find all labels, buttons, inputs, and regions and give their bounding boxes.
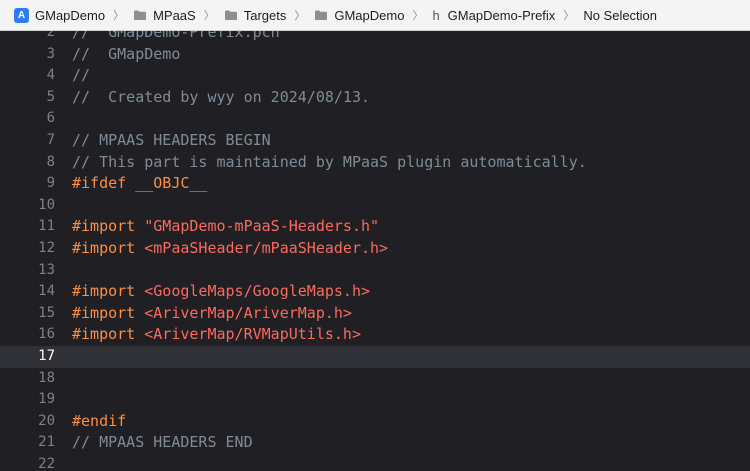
line-number: 21 <box>38 434 55 451</box>
folder-icon <box>314 9 328 21</box>
xcode-app-icon: A <box>14 7 29 23</box>
code-token-comment: // Created by wyy on 2024/08/13. <box>72 87 371 106</box>
line-number: 19 <box>38 391 55 408</box>
breadcrumb-group-gmapdemo[interactable]: GMapDemo <box>314 8 404 23</box>
breadcrumb-file-label: GMapDemo-Prefix <box>447 7 556 23</box>
code-token-comment: // GMapDemo <box>72 44 181 63</box>
line-number: 7 <box>46 132 55 148</box>
code-line[interactable]: 5 // Created by wyy on 2024/08/13. <box>0 87 750 109</box>
line-number: 5 <box>46 88 55 105</box>
code-token-comment: // MPAAS HEADERS BEGIN <box>72 131 271 149</box>
code-token-string: <AriverMap/AriverMap.h> <box>144 303 352 322</box>
line-number: 12 <box>38 240 55 256</box>
code-token-directive: #import <box>72 239 145 257</box>
chevron-right-icon: 〉 <box>203 10 215 22</box>
breadcrumb-project[interactable]: A GMapDemo <box>14 7 106 23</box>
code-token-string: <GoogleMaps/GoogleMaps.h> <box>144 282 371 301</box>
code-line[interactable]: 11 #import "GMapDemo-mPaaS-Headers.h" <box>0 216 750 238</box>
code-editor[interactable]: 2 // GMapDemo-Prefix.pch 3 // GMapDemo 4 // 5 /… <box>0 31 750 471</box>
breadcrumb-group-label: GMapDemo <box>334 7 405 23</box>
code-text: #import "GMapDemo-mPaaS-Headers.h" <box>72 216 379 238</box>
code-line[interactable]: 14 #import <GoogleMaps/GoogleMaps.h> <box>0 281 750 303</box>
breadcrumb-selection[interactable]: No Selection <box>583 8 657 23</box>
folder-icon <box>224 9 238 21</box>
code-line[interactable]: 6 <box>0 108 750 130</box>
breadcrumb-group-label: Targets <box>243 7 287 23</box>
folder-icon <box>133 9 147 21</box>
line-number: 3 <box>46 45 55 62</box>
code-text: #import <AriverMap/RVMapUtils.h> <box>72 324 361 346</box>
code-token-directive: #import <box>72 217 145 236</box>
chevron-right-icon: 〉 <box>113 10 125 22</box>
code-token-directive: #import <box>72 303 145 322</box>
breadcrumb-group-targets[interactable]: Targets <box>224 7 287 23</box>
chevron-right-icon: 〉 <box>563 10 575 22</box>
code-text: #endif <box>72 411 126 433</box>
breadcrumb-file[interactable]: h GMapDemo-Prefix <box>432 8 555 23</box>
code-token-string: "GMapDemo-mPaaS-Headers.h" <box>144 217 380 236</box>
code-token-directive: #endif <box>72 411 127 430</box>
code-line[interactable]: 13 <box>0 260 750 282</box>
code-line[interactable]: 12 #import <mPaaSHeader/mPaaSHeader.h> <box>0 238 750 260</box>
code-line[interactable]: 10 <box>0 195 750 217</box>
code-line[interactable]: 20 #endif <box>0 411 750 433</box>
line-number: 15 <box>38 304 55 321</box>
code-token-directive: #import <box>72 325 145 344</box>
code-line[interactable]: 16 #import <AriverMap/RVMapUtils.h> <box>0 324 750 346</box>
code-line[interactable]: 17 <box>0 346 750 368</box>
code-token-comment: // MPAAS HEADERS END <box>72 433 253 452</box>
code-text: // GMapDemo-Prefix.pch <box>72 31 280 44</box>
code-line[interactable]: 4 // <box>0 65 750 87</box>
breadcrumb-group-label: MPaaS <box>153 7 196 23</box>
code-text: // This part is maintained by MPaaS plug… <box>72 152 587 174</box>
line-number: 8 <box>46 153 55 170</box>
breadcrumb: A GMapDemo 〉 MPaaS 〉 Targets 〉 GMapDemo … <box>0 0 750 31</box>
code-token-comment: // <box>72 66 91 85</box>
breadcrumb-group-mpaas[interactable]: MPaaS <box>133 8 196 23</box>
line-number: 13 <box>38 261 55 278</box>
code-line[interactable]: 7 // MPAAS HEADERS BEGIN <box>0 130 750 152</box>
code-text: // <box>72 65 90 87</box>
code-text: #import <GoogleMaps/GoogleMaps.h> <box>72 281 370 303</box>
line-number: 20 <box>38 412 55 429</box>
code-line[interactable]: 18 <box>0 368 750 390</box>
line-number: 16 <box>38 326 55 343</box>
line-number: 9 <box>46 175 55 192</box>
header-file-icon: h <box>432 7 440 23</box>
code-token-comment: // GMapDemo-Prefix.pch <box>72 31 280 41</box>
chevron-right-icon: 〉 <box>294 10 306 22</box>
code-line[interactable]: 19 <box>0 389 750 411</box>
code-line[interactable]: 22 <box>0 454 750 471</box>
line-number: 11 <box>38 218 55 235</box>
line-number: 14 <box>38 283 55 300</box>
code-token-string: <mPaaSHeader/mPaaSHeader.h> <box>144 239 389 257</box>
breadcrumb-project-label: GMapDemo <box>35 7 106 23</box>
code-text: // Created by wyy on 2024/08/13. <box>72 87 370 109</box>
chevron-right-icon: 〉 <box>412 10 424 22</box>
code-text: // MPAAS HEADERS BEGIN <box>72 130 271 152</box>
code-line[interactable]: 3 // GMapDemo <box>0 44 750 66</box>
code-token-directive: #ifdef __OBJC__ <box>72 174 208 193</box>
line-number: 10 <box>38 196 55 213</box>
code-token-directive: #import <box>72 282 145 301</box>
code-text: #ifdef __OBJC__ <box>72 173 207 195</box>
code-text: #import <mPaaSHeader/mPaaSHeader.h> <box>72 238 388 260</box>
code-line[interactable]: 15 #import <AriverMap/AriverMap.h> <box>0 303 750 325</box>
line-number: 17 <box>38 348 55 364</box>
code-text: // GMapDemo <box>72 44 180 66</box>
line-number: 6 <box>46 110 55 127</box>
code-line[interactable]: 2 // GMapDemo-Prefix.pch <box>0 31 750 44</box>
code-line[interactable]: 8 // This part is maintained by MPaaS plu… <box>0 152 750 174</box>
line-number: 22 <box>38 456 55 471</box>
code-line[interactable]: 21 // MPAAS HEADERS END <box>0 432 750 454</box>
code-line[interactable]: 9 #ifdef __OBJC__ <box>0 173 750 195</box>
line-number: 4 <box>46 67 55 84</box>
breadcrumb-selection-label: No Selection <box>583 7 658 23</box>
code-text: // MPAAS HEADERS END <box>72 432 253 454</box>
code-text: #import <AriverMap/AriverMap.h> <box>72 303 352 325</box>
line-number: 18 <box>38 369 55 386</box>
code-token-string: <AriverMap/RVMapUtils.h> <box>144 325 361 344</box>
line-number: 2 <box>46 31 55 40</box>
code-token-comment: // This part is maintained by MPaaS plug… <box>72 152 587 171</box>
